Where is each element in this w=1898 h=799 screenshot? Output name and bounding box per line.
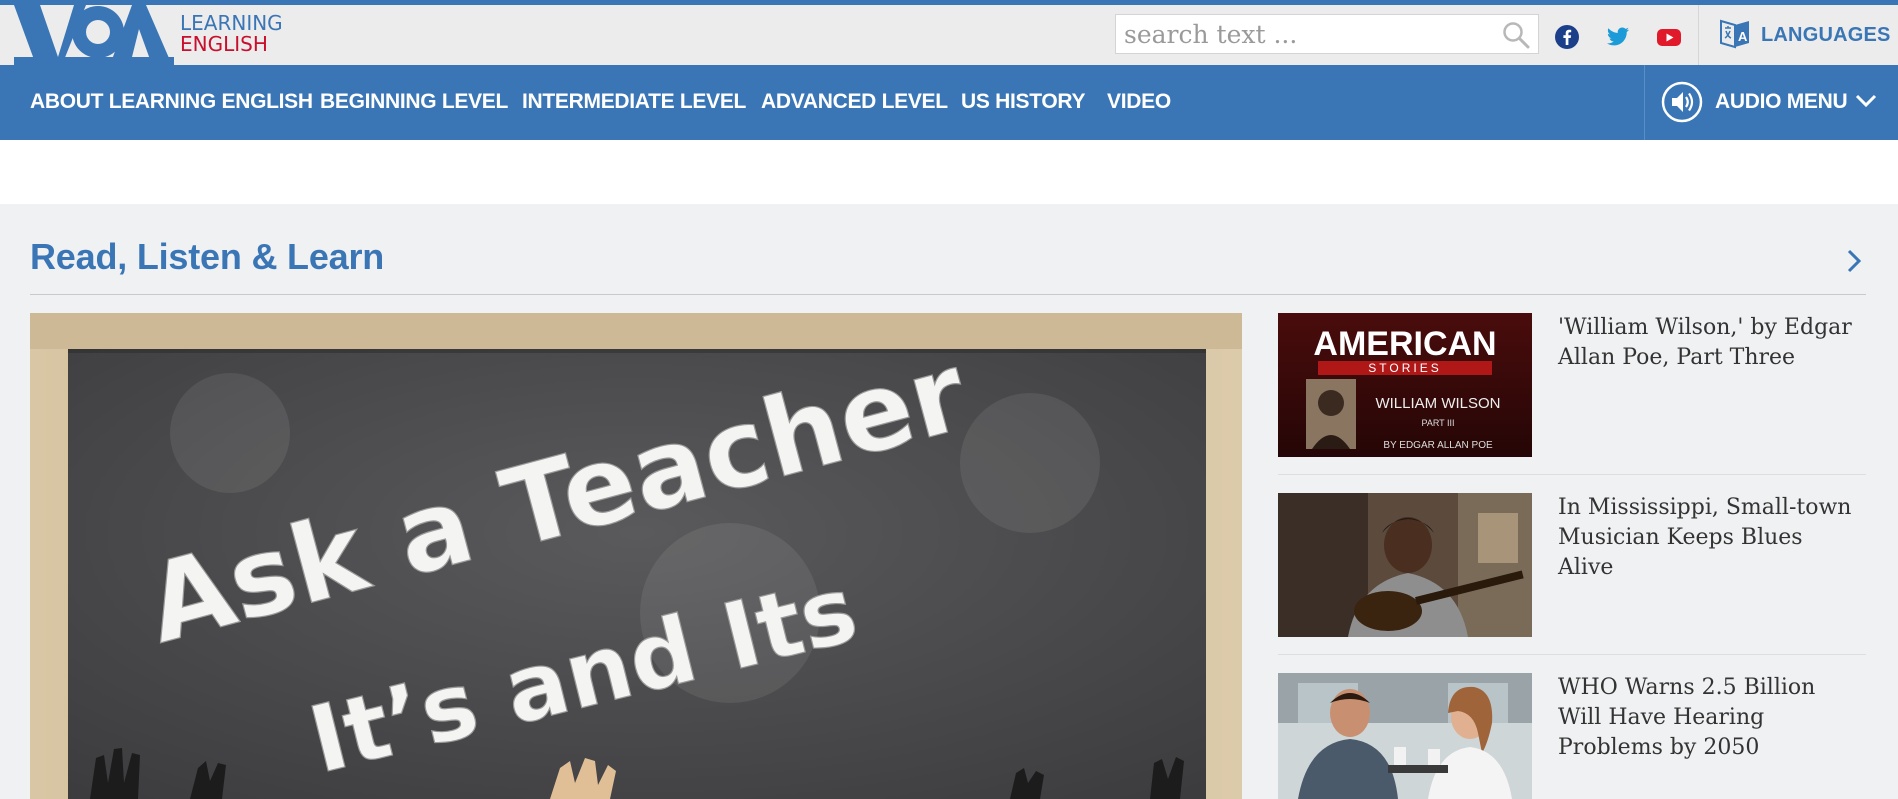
thumb-title-american: AMERICAN (1313, 325, 1496, 363)
nav-beginning-level[interactable]: BEGINNING LEVEL (320, 90, 508, 114)
chalkboard-illustration: Ask a Teacher It’s and Its (30, 313, 1242, 799)
card-title[interactable]: In Mississippi, Small-town Musician Keep… (1558, 493, 1858, 583)
brand-wordmark[interactable]: LEARNING ENGLISH (180, 13, 283, 55)
thumb-name: WILLIAM WILSON (1375, 395, 1500, 412)
thumb-banner-stories: STORIES (1368, 361, 1441, 375)
speaker-icon (1661, 81, 1703, 123)
hero-image-link[interactable]: Ask a Teacher It’s and Its (30, 313, 1242, 799)
nav-intermediate-level[interactable]: INTERMEDIATE LEVEL (522, 90, 746, 114)
card-title[interactable]: WHO Warns 2.5 Billion Will Have Hearing … (1558, 673, 1858, 763)
main-nav: ABOUT LEARNING ENGLISH BEGINNING LEVEL I… (0, 65, 1898, 140)
twitter-icon[interactable] (1605, 24, 1631, 50)
american-stories-thumbnail: AMERICAN STORIES WILLIAM WILSON PART III… (1278, 313, 1532, 457)
list-item[interactable]: WHO Warns 2.5 Billion Will Have Hearing … (1278, 673, 1868, 799)
section-title[interactable]: Read, Listen & Learn (30, 236, 384, 278)
chevron-right-icon[interactable] (1845, 248, 1863, 274)
card-thumbnail[interactable] (1278, 673, 1532, 799)
facebook-icon[interactable] (1554, 24, 1580, 50)
search-box (1115, 14, 1539, 54)
chevron-down-icon (1855, 94, 1877, 108)
search-icon[interactable] (1502, 21, 1530, 49)
card-thumbnail[interactable]: AMERICAN STORIES WILLIAM WILSON PART III… (1278, 313, 1532, 457)
card-divider (1278, 474, 1866, 475)
card-divider (1278, 654, 1866, 655)
audio-menu-button[interactable]: AUDIO MENU (1644, 65, 1898, 140)
nav-video[interactable]: VIDEO (1107, 90, 1171, 114)
card-thumbnail[interactable] (1278, 493, 1532, 637)
brand-line-learning: LEARNING (180, 11, 283, 35)
languages-icon: A (1720, 19, 1749, 49)
youtube-icon[interactable] (1656, 24, 1682, 50)
list-item[interactable]: In Mississippi, Small-town Musician Keep… (1278, 493, 1868, 637)
languages-label: LANGUAGES (1761, 24, 1891, 46)
cafe-conversation-thumbnail (1278, 673, 1532, 799)
ad-strip (0, 140, 1898, 204)
audio-menu-label: AUDIO MENU (1715, 90, 1848, 113)
thumb-author: BY EDGAR ALLAN POE (1383, 440, 1493, 451)
voa-logo[interactable] (14, 5, 174, 65)
search-input[interactable] (1124, 19, 1484, 49)
card-title[interactable]: 'William Wilson,' by Edgar Allan Poe, Pa… (1558, 313, 1858, 373)
nav-about-learning-english[interactable]: ABOUT LEARNING ENGLISH (30, 90, 313, 114)
top-bar: LEARNING ENGLISH (0, 5, 1898, 65)
blues-musician-thumbnail (1278, 493, 1532, 637)
nav-advanced-level[interactable]: ADVANCED LEVEL (761, 90, 948, 114)
brand-line-english: ENGLISH (180, 32, 268, 56)
languages-button[interactable]: A LANGUAGES (1698, 5, 1890, 65)
nav-us-history[interactable]: US HISTORY (961, 90, 1086, 114)
thumb-part: PART III (1421, 418, 1454, 428)
section-divider (30, 294, 1866, 295)
svg-text:A: A (1738, 29, 1748, 44)
list-item[interactable]: AMERICAN STORIES WILLIAM WILSON PART III… (1278, 313, 1868, 457)
